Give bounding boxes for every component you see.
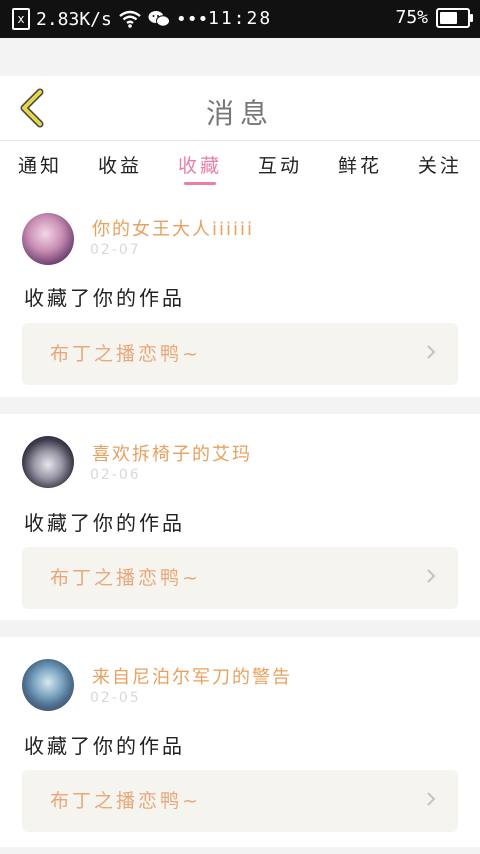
username[interactable]: 来自尼泊尔军刀的警告	[92, 663, 292, 689]
battery-percent: 75%	[395, 7, 428, 28]
network-speed: 2.83K/s	[36, 8, 112, 30]
username[interactable]: 喜欢拆椅子的艾玛	[92, 440, 252, 466]
work-title: 布丁之播恋鸭~	[50, 567, 201, 589]
tab-label: 收藏	[177, 155, 222, 177]
tab-follow[interactable]: 关注	[418, 141, 462, 197]
avatar[interactable]	[22, 659, 74, 711]
status-bar: x 2.83K/s ••• 11:28 75%	[0, 0, 480, 38]
tab-bar: 通知 收益 收藏 互动 鲜花 关注	[0, 141, 480, 197]
tab-label: 鲜花	[337, 155, 382, 177]
work-link[interactable]: 布丁之播恋鸭~	[22, 770, 458, 832]
more-dots-icon: •••	[175, 8, 209, 30]
list-item: 喜欢拆椅子的艾玛 02-06 收藏了你的作品 布丁之播恋鸭~	[0, 414, 480, 620]
tab-label: 通知	[18, 155, 63, 177]
clock: 11:28	[208, 8, 273, 29]
action-text: 收藏了你的作品	[24, 734, 185, 758]
tab-label: 关注	[417, 155, 462, 177]
active-tab-indicator	[183, 182, 216, 185]
tab-label: 互动	[257, 155, 302, 177]
action-text: 收藏了你的作品	[24, 511, 185, 535]
wechat-icon	[148, 11, 170, 27]
timestamp: 02-05	[90, 690, 141, 706]
action-text: 收藏了你的作品	[24, 286, 185, 310]
work-title: 布丁之播恋鸭~	[50, 343, 201, 365]
avatar[interactable]	[22, 436, 74, 488]
avatar[interactable]	[22, 213, 74, 265]
work-link[interactable]: 布丁之播恋鸭~	[22, 547, 458, 609]
list-item: 你的女王大人iiiiii 02-07 收藏了你的作品 布丁之播恋鸭~	[0, 197, 480, 397]
work-link[interactable]: 布丁之播恋鸭~	[22, 323, 458, 385]
list-item: 来自尼泊尔军刀的警告 02-05 收藏了你的作品 布丁之播恋鸭~	[0, 637, 480, 847]
username[interactable]: 你的女王大人iiiiii	[92, 215, 254, 241]
chevron-right-icon	[427, 569, 436, 583]
tab-notifications[interactable]: 通知	[18, 141, 62, 197]
chevron-right-icon	[427, 792, 436, 806]
page-title: 消息	[205, 97, 274, 130]
tab-earnings[interactable]: 收益	[98, 141, 142, 197]
sim-off-icon: x	[12, 8, 30, 30]
work-title: 布丁之播恋鸭~	[50, 790, 201, 812]
header-bar: 消息	[0, 76, 480, 141]
timestamp: 02-06	[90, 467, 141, 483]
wifi-icon	[119, 10, 141, 28]
tab-flowers[interactable]: 鲜花	[338, 141, 382, 197]
tab-label: 收益	[97, 155, 142, 177]
timestamp: 02-07	[90, 242, 141, 258]
chevron-right-icon	[427, 345, 436, 359]
tab-favorites[interactable]: 收藏	[178, 141, 222, 197]
tab-interactions[interactable]: 互动	[258, 141, 302, 197]
battery-icon	[436, 7, 473, 28]
